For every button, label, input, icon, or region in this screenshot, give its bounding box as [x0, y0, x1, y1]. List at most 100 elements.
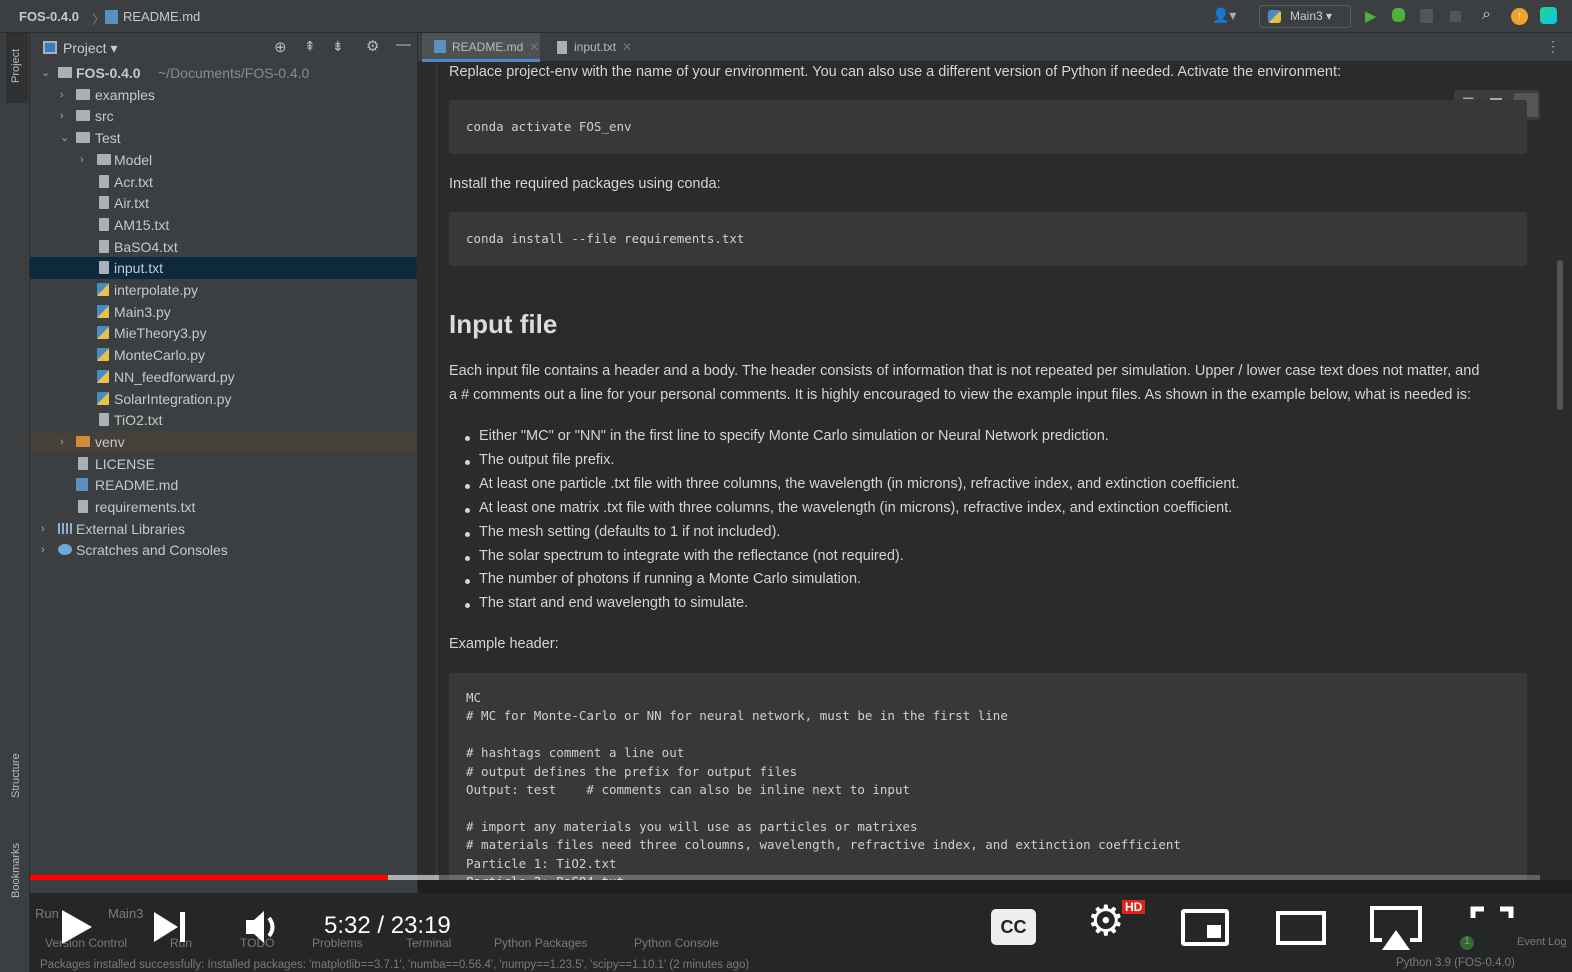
debug-icon[interactable] [1392, 8, 1405, 22]
editor-scrollbar[interactable] [1557, 260, 1563, 410]
tree-item-label: External Libraries [76, 520, 185, 537]
tree-item[interactable]: interpolate.py [30, 279, 417, 301]
chevron-right-icon[interactable]: › [41, 539, 45, 561]
close-tab-icon[interactable]: ✕ [529, 40, 539, 54]
project-panel: Project ▾ ⊕ ⇞ ⇟ ⚙ — ⌄ FOS-0.4.0 ~/Document… [30, 33, 418, 893]
tree-item[interactable]: NN_feedforward.py [30, 366, 417, 388]
python-file-icon [97, 283, 109, 296]
run-icon[interactable]: ▶ [1365, 7, 1377, 25]
tree-item-label: venv [95, 433, 125, 450]
tree-item[interactable]: › examples [30, 84, 417, 106]
tree-item[interactable]: › Model [30, 149, 417, 171]
tree-item[interactable]: requirements.txt [30, 496, 417, 518]
expand-all-icon[interactable]: ⇞ [304, 38, 316, 55]
close-tab-icon[interactable]: ✕ [622, 40, 632, 54]
code-line: # materials files need three coloumns, w… [466, 837, 1181, 853]
bookmarks-tool-label[interactable]: Bookmarks [10, 843, 22, 898]
time-display: 5:32 / 23:19 [324, 912, 451, 939]
account-icon[interactable]: 👤▾ [1212, 7, 1236, 24]
captions-button[interactable]: CC [991, 909, 1036, 945]
breadcrumb-separator: 〉 [92, 12, 106, 27]
tree-item[interactable]: ⌄ Test [30, 127, 417, 149]
tree-item[interactable]: › venv [30, 430, 417, 453]
tree-item[interactable]: Main3.py [30, 301, 417, 323]
tool-window-python-packages[interactable]: Python Packages [494, 936, 587, 950]
tree-item[interactable]: › Scratches and Consoles [30, 539, 417, 561]
structure-tool-label[interactable]: Structure [10, 753, 22, 798]
chevron-right-icon[interactable]: › [80, 149, 84, 171]
chevron-down-icon[interactable]: ⌄ [60, 127, 69, 149]
pycharm-logo-icon[interactable] [1540, 7, 1557, 24]
tree-item-label: MieTheory3.py [114, 325, 207, 342]
tree-item[interactable]: ⌄ FOS-0.4.0 ~/Documents/FOS-0.4.0 [30, 62, 417, 84]
tree-item-label: Scratches and Consoles [76, 542, 228, 559]
stop-icon[interactable] [1450, 11, 1461, 22]
tree-item-label: TiO2.txt [114, 412, 163, 429]
tree-item[interactable]: TiO2.txt [30, 409, 417, 431]
airplay-button[interactable] [1368, 904, 1424, 954]
tool-window-python-console[interactable]: Python Console [634, 936, 719, 950]
project-view-dropdown[interactable]: Project ▾ [63, 40, 118, 57]
python-file-icon [97, 369, 109, 383]
run-config-dropdown[interactable]: Main3 ▾ [1259, 5, 1351, 28]
scratches-icon [58, 544, 72, 556]
next-button[interactable] [152, 910, 188, 944]
fullscreen-button[interactable] [1470, 906, 1514, 934]
locate-icon[interactable]: ⊕ [274, 38, 287, 56]
gear-icon[interactable]: ⚙ [366, 37, 379, 55]
tree-item[interactable]: Air.txt [30, 192, 417, 214]
tree-item[interactable]: MonteCarlo.py [30, 344, 417, 366]
tree-item-label: BaSO4.txt [114, 238, 178, 255]
run-panel-config[interactable]: Main3 [108, 906, 143, 921]
paragraph: Replace project-env with the name of you… [449, 64, 1342, 80]
breadcrumb-file[interactable]: README.md [123, 9, 200, 24]
hd-badge: HD [1122, 900, 1146, 914]
paragraph: Each input file contains a header and a … [449, 363, 1480, 379]
tree-item[interactable]: AM15.txt [30, 214, 417, 236]
theater-mode-button[interactable] [1276, 911, 1326, 945]
update-icon[interactable]: ↑ [1511, 8, 1528, 25]
code-line: conda activate FOS_env [466, 119, 632, 134]
chevron-right-icon[interactable]: › [60, 431, 64, 453]
tab-readme[interactable]: README.md ✕ [422, 33, 540, 62]
progress-bar[interactable] [30, 875, 1540, 880]
example-header-code-block: MC # MC for Monte-Carlo or NN for neural … [449, 673, 1527, 880]
chevron-down-icon[interactable]: ⌄ [41, 62, 50, 84]
python-file-icon [97, 326, 109, 340]
miniplayer-button[interactable] [1181, 909, 1229, 946]
search-icon[interactable]: ⌕ [1482, 6, 1491, 24]
more-options-icon[interactable]: ⋮ [1546, 38, 1560, 55]
tree-item-label: Air.txt [114, 195, 150, 212]
play-button[interactable] [60, 908, 94, 946]
collapse-all-icon[interactable]: ⇟ [332, 38, 344, 55]
markdown-file-icon [76, 478, 88, 492]
tree-item[interactable]: Acr.txt [30, 171, 417, 193]
text-file-icon [78, 500, 88, 513]
tree-item[interactable]: BaSO4.txt [30, 236, 417, 258]
tree-item[interactable]: README.md [30, 474, 417, 496]
hide-panel-icon[interactable]: — [396, 36, 411, 53]
tab-input-txt[interactable]: input.txt ✕ [544, 33, 644, 62]
coverage-icon[interactable] [1420, 9, 1433, 23]
tree-item[interactable]: › External Libraries [30, 518, 417, 540]
tree-item[interactable]: › src [30, 105, 417, 127]
settings-button[interactable]: ⚙ [1087, 900, 1125, 942]
tab-label: input.txt [574, 40, 617, 54]
chevron-right-icon[interactable]: › [60, 105, 64, 127]
interpreter-status[interactable]: Python 3.9 (FOS-0.4.0) [1396, 957, 1515, 969]
tree-item[interactable]: MieTheory3.py [30, 322, 417, 344]
chevron-right-icon[interactable]: › [60, 84, 64, 106]
text-file-icon [99, 196, 109, 210]
tree-item-label: Model [114, 151, 153, 168]
tree-item[interactable]: input.txt [30, 257, 417, 280]
volume-button[interactable] [244, 908, 284, 946]
run-panel-label[interactable]: Run [35, 906, 59, 921]
chevron-right-icon[interactable]: › [41, 518, 45, 540]
folder-icon [76, 88, 90, 100]
breadcrumb-project[interactable]: FOS-0.4.0 [19, 9, 79, 24]
project-tool-label[interactable]: Project [10, 49, 22, 83]
tree-item[interactable]: SolarIntegration.py [30, 388, 417, 410]
event-log-button[interactable]: Event Log [1517, 936, 1567, 948]
tree-item[interactable]: LICENSE [30, 453, 417, 475]
text-file-icon [99, 174, 109, 188]
